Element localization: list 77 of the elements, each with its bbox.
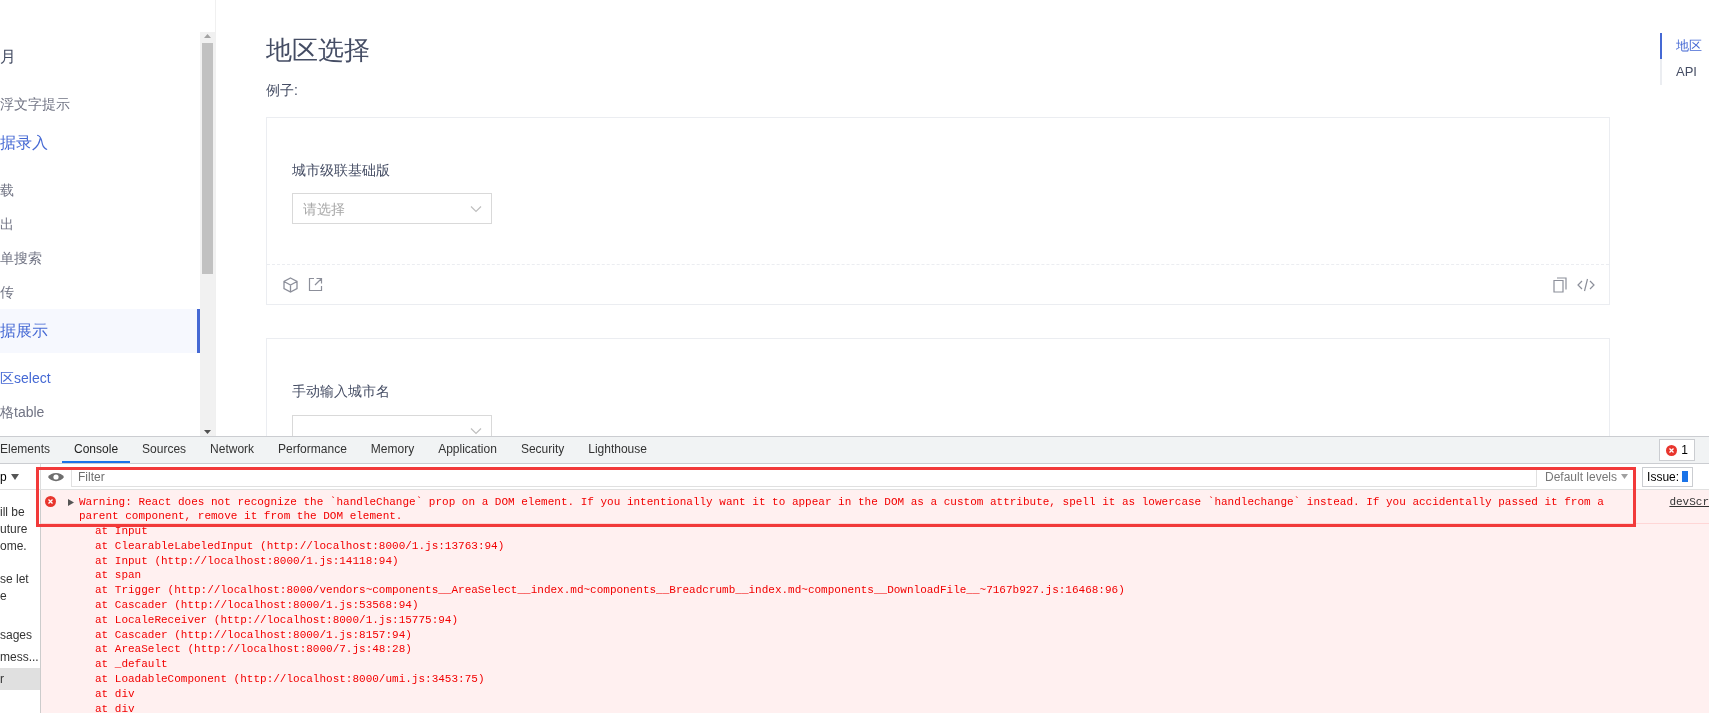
copy-icon[interactable] bbox=[1553, 276, 1567, 293]
anchor-link[interactable]: 地区 bbox=[1660, 33, 1702, 59]
console-sidebar-item[interactable]: sages bbox=[0, 624, 40, 646]
source-link[interactable]: devScr bbox=[1669, 494, 1709, 511]
stack-line: at Trigger (http://localhost:8000/vendors~components__AreaSelect__index.md~components__Breadcrumb__index.md~components__DownloadFile__~7167b927.js:16468:96) bbox=[95, 583, 1126, 598]
stack-line: at div bbox=[95, 701, 136, 713]
context-select[interactable]: p bbox=[0, 464, 41, 489]
expand-triangle-icon[interactable] bbox=[68, 499, 74, 506]
stack-line: at _default bbox=[95, 657, 169, 672]
demo-title: 城市级联基础版 bbox=[292, 162, 391, 180]
chevron-down-icon bbox=[470, 205, 482, 214]
stack-link[interactable]: http://localhost:8000/7.js:48:28 bbox=[194, 643, 406, 656]
stack-line: at span bbox=[95, 568, 143, 584]
scrollbar-thumb[interactable] bbox=[202, 43, 213, 274]
external-link-icon[interactable] bbox=[308, 277, 323, 293]
select-field[interactable] bbox=[292, 414, 492, 436]
menu-item[interactable]: 区select bbox=[0, 361, 200, 395]
devtools-tab[interactable]: Security bbox=[508, 437, 577, 463]
select-field[interactable]: 请选择 bbox=[292, 193, 492, 225]
anchor-link[interactable]: API bbox=[1660, 59, 1702, 85]
menu-item[interactable]: 格table bbox=[0, 395, 200, 429]
cube-icon[interactable] bbox=[283, 276, 298, 293]
stack-link[interactable]: http://localhost:8000/1.js:14118:94 bbox=[161, 554, 393, 567]
issue-icon bbox=[1682, 471, 1689, 482]
stack-link[interactable]: http://localhost:8000/1.js:15775:94 bbox=[220, 613, 452, 626]
demo-title: 手动输入城市名 bbox=[292, 383, 391, 402]
devtools-tab[interactable]: Lighthouse bbox=[576, 437, 659, 463]
stack-link[interactable]: http://localhost:8000/vendors~components__AreaSelect__index.md~components__Breadcrumb__index.md~components__DownloadFile__~7167b927.js:16468:96 bbox=[174, 584, 1119, 597]
menu-item[interactable]: 出 bbox=[0, 207, 200, 241]
sidebar-text: ome. bbox=[0, 538, 28, 555]
levels-dropdown[interactable]: Default levels bbox=[1537, 467, 1637, 486]
sidebar-text: e bbox=[0, 588, 8, 605]
devtools-tab[interactable]: Elements bbox=[0, 437, 63, 463]
menu-item[interactable]: 浮文字提示 bbox=[0, 87, 200, 121]
issues-button[interactable]: Issue: bbox=[1642, 466, 1694, 487]
stack-line: at ClearableLabeledInput (http://localhost:8000/1.js:13763:94) bbox=[95, 538, 506, 554]
intro-text: 例子: bbox=[266, 81, 299, 100]
stack-link[interactable]: http://localhost:8000/1.js:13763:94 bbox=[266, 539, 498, 552]
stack-line: at Input (http://localhost:8000/1.js:14118:94) bbox=[95, 553, 400, 569]
menu-item[interactable]: 单搜索 bbox=[0, 241, 200, 275]
scroll-up-icon[interactable] bbox=[203, 32, 212, 40]
devtools-tab[interactable]: Sources bbox=[130, 437, 199, 463]
stack-link[interactable]: http://localhost:8000/1.js:53568:94 bbox=[180, 599, 412, 611]
stack-line: at LoadableComponent (http://localhost:8000/umi.js:3453:75) bbox=[95, 671, 486, 687]
sidebar-text: uture bbox=[0, 521, 29, 538]
console-sidebar-item[interactable]: r bbox=[0, 668, 40, 690]
stack-line: at div bbox=[95, 686, 136, 702]
scrollbar-track[interactable] bbox=[200, 32, 215, 436]
error-count-button[interactable]: 1 bbox=[1659, 439, 1695, 461]
stack-link[interactable]: http://localhost:8000/umi.js:3453:75 bbox=[240, 672, 478, 685]
stack-line: at AreaSelect (http://localhost:8000/7.js:48:28) bbox=[95, 642, 413, 658]
caret-down-icon bbox=[1621, 474, 1629, 479]
menu-group-title[interactable]: 月 bbox=[0, 35, 200, 79]
console-sidebar-item[interactable]: mess... bbox=[0, 646, 40, 668]
menu-group-title[interactable]: 据录入 bbox=[0, 121, 200, 165]
error-icon bbox=[1666, 444, 1678, 456]
chevron-down-icon bbox=[470, 426, 482, 435]
warning-message: Warning: React does not recognize the `handleChange` prop on a DOM element. If you intentionally want it to appear in the DOM as a custom attribute, spell it as lowercase `handlechange` instead. If you accidentally passed it from a parent component, remove it from the DOM element. bbox=[79, 496, 1605, 522]
code-icon[interactable] bbox=[1577, 277, 1595, 292]
menu-item[interactable]: 传 bbox=[0, 275, 200, 309]
sidebar-text: ill be bbox=[0, 504, 26, 521]
devtools-tab[interactable]: Performance bbox=[266, 437, 359, 463]
stack-line: at Input bbox=[95, 524, 149, 539]
error-icon bbox=[45, 496, 56, 507]
menu-item[interactable]: 载 bbox=[0, 173, 200, 207]
stack-line: at Cascader (http://localhost:8000/1.js:53568:94) bbox=[95, 598, 420, 613]
sidebar-text: se let bbox=[0, 571, 30, 588]
devtools-tab[interactable]: Memory bbox=[358, 437, 427, 463]
devtools-tab[interactable]: Application bbox=[426, 437, 509, 463]
stack-link[interactable]: http://localhost:8000/1.js:8157:94 bbox=[180, 628, 406, 641]
caret-down-icon bbox=[10, 473, 19, 480]
page-title: 地区选择 bbox=[266, 34, 371, 66]
menu-group-title[interactable]: 据展示 bbox=[0, 309, 200, 353]
stack-line: at Cascader (http://localhost:8000/1.js:8157:94) bbox=[95, 627, 413, 643]
stack-line: at LocaleReceiver (http://localhost:8000/1.js:15775:94) bbox=[95, 612, 460, 628]
devtools-tab[interactable]: Network bbox=[198, 437, 267, 463]
eye-icon[interactable] bbox=[47, 470, 65, 483]
